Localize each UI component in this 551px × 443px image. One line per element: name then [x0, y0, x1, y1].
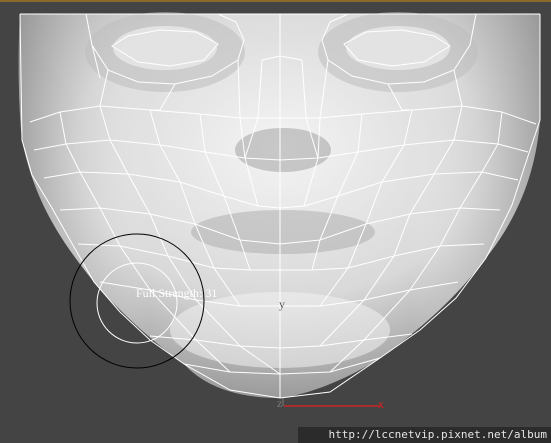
- axis-y-label: y: [279, 297, 285, 311]
- axis-z-label: z: [277, 396, 283, 410]
- 3d-viewport[interactable]: Full Strength: 31 y z x http://lccnetvip…: [0, 0, 551, 443]
- face-mesh-canvas[interactable]: [0, 0, 551, 443]
- nose-shadow: [235, 128, 331, 172]
- axis-x-label: x: [378, 397, 384, 411]
- watermark-url: http://lccnetvip.pixnet.net/album: [298, 427, 551, 443]
- brush-strength-label: Full Strength: 31: [136, 286, 218, 300]
